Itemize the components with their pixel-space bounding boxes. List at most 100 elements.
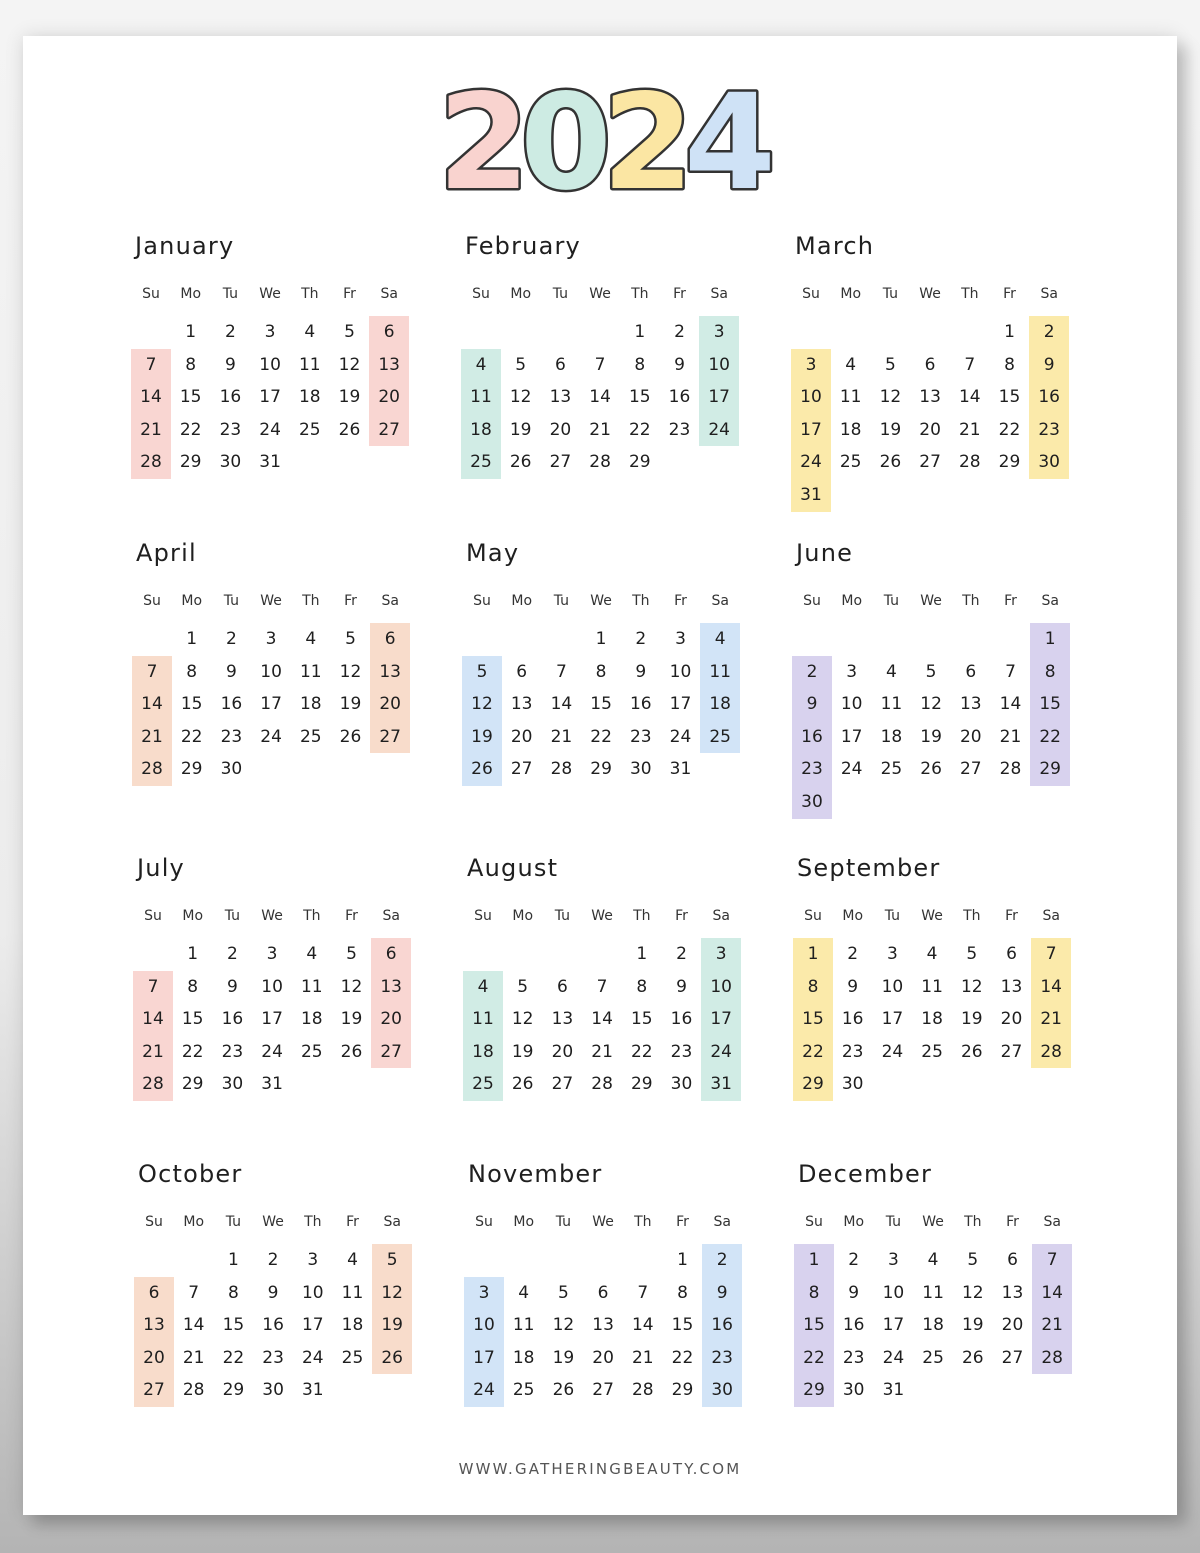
calendar-day[interactable]: 2 [660,316,700,348]
calendar-day[interactable]: 20 [992,1003,1032,1035]
calendar-day[interactable]: 13 [951,688,991,720]
calendar-day[interactable]: 29 [1030,753,1070,785]
calendar-day[interactable]: 5 [911,656,951,688]
calendar-day[interactable]: 11 [291,656,331,688]
calendar-day[interactable]: 9 [1029,349,1069,381]
calendar-day[interactable]: 23 [1029,414,1069,446]
calendar-day[interactable]: 22 [622,1036,662,1068]
calendar-day[interactable]: 26 [503,1068,543,1100]
calendar-day[interactable]: 13 [369,349,409,381]
calendar-day[interactable]: 28 [950,446,990,478]
calendar-day[interactable]: 5 [501,349,541,381]
calendar-day[interactable]: 29 [172,753,212,785]
calendar-day[interactable]: 12 [870,381,910,413]
calendar-day[interactable]: 26 [372,1342,412,1374]
calendar-day[interactable]: 17 [250,381,290,413]
calendar-day[interactable]: 10 [699,349,739,381]
calendar-day[interactable]: 17 [832,721,872,753]
calendar-day[interactable]: 16 [1029,381,1069,413]
calendar-day[interactable]: 10 [661,656,701,688]
calendar-day[interactable]: 17 [701,1003,741,1035]
calendar-day[interactable]: 18 [333,1309,373,1341]
calendar-day[interactable]: 19 [330,381,370,413]
calendar-day[interactable]: 18 [912,1003,952,1035]
calendar-day[interactable]: 30 [702,1374,742,1406]
calendar-day[interactable]: 23 [210,414,250,446]
calendar-day[interactable]: 3 [250,316,290,348]
calendar-day[interactable]: 27 [540,446,580,478]
calendar-day[interactable]: 5 [870,349,910,381]
calendar-day[interactable]: 20 [542,1036,582,1068]
calendar-day[interactable]: 11 [292,971,332,1003]
calendar-day[interactable]: 24 [464,1374,504,1406]
calendar-day[interactable]: 9 [662,971,702,1003]
calendar-day[interactable]: 27 [134,1374,174,1406]
calendar-day[interactable]: 9 [833,971,873,1003]
calendar-day[interactable]: 24 [251,721,291,753]
calendar-day[interactable]: 30 [253,1374,293,1406]
calendar-day[interactable]: 22 [990,414,1030,446]
calendar-day[interactable]: 1 [213,1244,253,1276]
calendar-day[interactable]: 22 [173,1036,213,1068]
calendar-day[interactable]: 3 [832,656,872,688]
calendar-day[interactable]: 4 [463,971,503,1003]
calendar-day[interactable]: 29 [620,446,660,478]
calendar-day[interactable]: 18 [700,688,740,720]
calendar-day[interactable]: 14 [580,381,620,413]
calendar-day[interactable]: 25 [912,1036,952,1068]
calendar-day[interactable]: 10 [872,971,912,1003]
calendar-day[interactable]: 7 [174,1277,214,1309]
calendar-day[interactable]: 12 [543,1309,583,1341]
calendar-day[interactable]: 13 [992,971,1032,1003]
calendar-day[interactable]: 5 [330,316,370,348]
calendar-day[interactable]: 4 [292,938,332,970]
calendar-day[interactable]: 11 [463,1003,503,1035]
calendar-day[interactable]: 7 [1031,938,1071,970]
calendar-day[interactable]: 19 [870,414,910,446]
calendar-day[interactable]: 15 [1030,688,1070,720]
calendar-day[interactable]: 8 [213,1277,253,1309]
calendar-day[interactable]: 17 [661,688,701,720]
calendar-day[interactable]: 17 [464,1342,504,1374]
calendar-day[interactable]: 14 [174,1309,214,1341]
calendar-day[interactable]: 28 [1032,1342,1072,1374]
calendar-day[interactable]: 24 [701,1036,741,1068]
calendar-day[interactable]: 14 [133,1003,173,1035]
calendar-day[interactable]: 22 [663,1342,703,1374]
calendar-day[interactable]: 13 [370,656,410,688]
calendar-day[interactable]: 25 [504,1374,544,1406]
calendar-day[interactable]: 6 [992,938,1032,970]
calendar-day[interactable]: 9 [834,1277,874,1309]
calendar-day[interactable]: 5 [543,1277,583,1309]
calendar-day[interactable]: 27 [502,753,542,785]
calendar-day[interactable]: 5 [331,623,371,655]
calendar-day[interactable]: 17 [251,688,291,720]
calendar-day[interactable]: 17 [293,1309,333,1341]
calendar-day[interactable]: 8 [663,1277,703,1309]
calendar-day[interactable]: 29 [622,1068,662,1100]
calendar-day[interactable]: 23 [702,1342,742,1374]
calendar-day[interactable]: 2 [212,938,252,970]
calendar-day[interactable]: 19 [543,1342,583,1374]
calendar-day[interactable]: 21 [132,721,172,753]
calendar-day[interactable]: 10 [464,1309,504,1341]
calendar-day[interactable]: 16 [833,1003,873,1035]
calendar-day[interactable]: 3 [252,938,292,970]
calendar-day[interactable]: 2 [834,1244,874,1276]
calendar-day[interactable]: 14 [991,688,1031,720]
calendar-day[interactable]: 13 [910,381,950,413]
calendar-day[interactable]: 20 [993,1309,1033,1341]
calendar-day[interactable]: 28 [133,1068,173,1100]
calendar-day[interactable]: 10 [873,1277,913,1309]
calendar-day[interactable]: 15 [793,1003,833,1035]
calendar-day[interactable]: 12 [330,349,370,381]
calendar-day[interactable]: 11 [913,1277,953,1309]
calendar-day[interactable]: 9 [211,656,251,688]
calendar-day[interactable]: 25 [871,753,911,785]
calendar-day[interactable]: 7 [950,349,990,381]
calendar-day[interactable]: 28 [1031,1036,1071,1068]
calendar-day[interactable]: 18 [871,721,911,753]
calendar-day[interactable]: 22 [171,414,211,446]
website-footer[interactable]: WWW.GATHERINGBEAUTY.COM [0,1460,1200,1478]
calendar-day[interactable]: 10 [293,1277,333,1309]
